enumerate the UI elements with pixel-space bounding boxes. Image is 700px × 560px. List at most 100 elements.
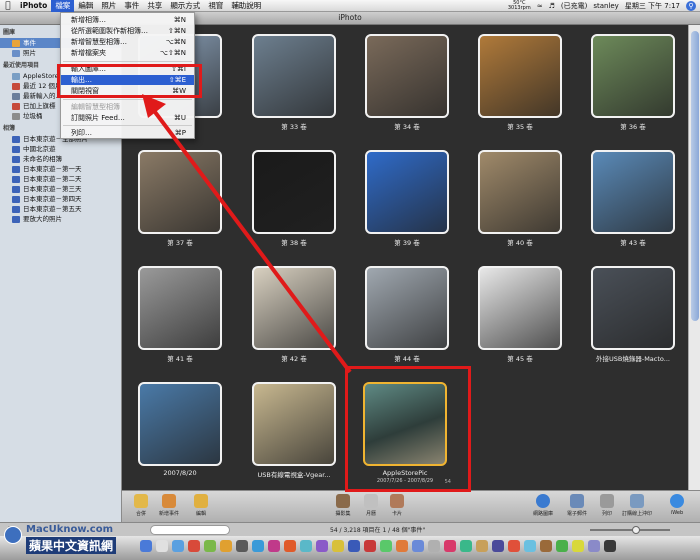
event-thumbnail[interactable] [478, 266, 562, 350]
event-thumbnail[interactable] [478, 150, 562, 234]
dock-app-icon[interactable] [428, 540, 440, 552]
event-thumbnail[interactable] [252, 266, 336, 350]
event-thumbnail[interactable] [365, 150, 449, 234]
event-thumbnail[interactable] [138, 150, 222, 234]
dock-app-icon[interactable] [204, 540, 216, 552]
menu-photos[interactable]: 照片 [97, 0, 120, 12]
event-thumbnail[interactable] [591, 266, 675, 350]
event-item[interactable]: 第 41 卷 [138, 266, 222, 363]
dock-app-icon[interactable] [396, 540, 408, 552]
dock-app-icon[interactable] [268, 540, 280, 552]
card-button[interactable]: 卡片 [380, 494, 414, 517]
dock-app-icon[interactable] [236, 540, 248, 552]
menu-item-print[interactable]: 列印… ⌘P [61, 128, 194, 138]
scrollbar-thumb[interactable] [691, 31, 699, 321]
dock-app-icon[interactable] [572, 540, 584, 552]
event-thumbnail[interactable] [138, 266, 222, 350]
menu-clock[interactable]: 星期三 下午 7:17 [625, 1, 680, 11]
wifi-icon[interactable]: ≈ [537, 2, 543, 10]
menu-item-new-folder[interactable]: 新增檔案夾 ⌥⇧⌘N [61, 48, 194, 58]
apple-menu-icon[interactable]:  [0, 1, 16, 11]
menu-file[interactable]: 檔案 [51, 0, 75, 12]
battery-status[interactable]: (已充電) [561, 1, 587, 11]
dock-app-icon[interactable] [364, 540, 376, 552]
print-button[interactable]: 列印 [590, 494, 624, 517]
event-item[interactable]: 第 44 卷 [365, 266, 449, 363]
sidebar-item-album[interactable]: 日本東京遊－第五天 [0, 204, 121, 214]
event-thumbnail[interactable] [365, 34, 449, 118]
dock-app-icon[interactable] [380, 540, 392, 552]
event-thumbnail[interactable] [252, 34, 336, 118]
dock-app-icon[interactable] [604, 540, 616, 552]
event-item[interactable]: 第 45 卷 [478, 266, 562, 363]
dock-app-icon[interactable] [220, 540, 232, 552]
dock-app-icon[interactable] [332, 540, 344, 552]
event-item[interactable]: 第 38 卷 [252, 150, 336, 247]
menu-item-new-album[interactable]: 新增相簿… ⌘N [61, 15, 194, 25]
event-item[interactable]: 外接USB燒錄器-Macto... [591, 266, 675, 363]
event-item[interactable]: 第 36 卷 [591, 34, 675, 131]
event-thumbnail[interactable] [138, 382, 222, 466]
menu-item-new-smart-album[interactable]: 新增智慧型相簿… ⌥⌘N [61, 37, 194, 47]
spotlight-icon[interactable]: ⚲ [686, 1, 696, 11]
menu-share[interactable]: 共享 [143, 0, 166, 12]
email-button[interactable]: 電子郵件 [560, 494, 594, 517]
sidebar-item-album[interactable]: 日本東京遊－第一天 [0, 164, 121, 174]
event-thumbnail[interactable] [591, 150, 675, 234]
event-thumbnail[interactable] [365, 266, 449, 350]
event-item[interactable]: 2007/8/20 [138, 382, 222, 477]
volume-icon[interactable]: ♬ [549, 2, 555, 10]
dock-app-icon[interactable] [348, 540, 360, 552]
dock-app-icon[interactable] [172, 540, 184, 552]
event-item[interactable]: 第 40 卷 [478, 150, 562, 247]
menu-item-new-album-from-selection[interactable]: 從所選範圍製作新相簿… ⇧⌘N [61, 26, 194, 36]
event-thumbnail[interactable] [252, 150, 336, 234]
event-item[interactable]: 第 34 卷 [365, 34, 449, 131]
dock-app-icon[interactable] [140, 540, 152, 552]
dock-app-icon[interactable] [316, 540, 328, 552]
sidebar-item-album[interactable]: 日本東京遊－第二天 [0, 174, 121, 184]
dock-app-icon[interactable] [460, 540, 472, 552]
dock-app-icon[interactable] [508, 540, 520, 552]
menu-window[interactable]: 視窗 [204, 0, 227, 12]
menu-app[interactable]: iPhoto [16, 0, 51, 12]
dock-app-icon[interactable] [412, 540, 424, 552]
dock-app-icon[interactable] [556, 540, 568, 552]
event-item[interactable]: 第 42 卷 [252, 266, 336, 363]
menu-events[interactable]: 事件 [120, 0, 143, 12]
dock-app-icon[interactable] [284, 540, 296, 552]
user-name[interactable]: stanley [593, 2, 619, 10]
sidebar-item-album[interactable]: 未命名的相簿 [0, 154, 121, 164]
new-event-button[interactable]: 新增事件 [152, 494, 186, 517]
sidebar-item-album[interactable]: 日本東京遊－第三天 [0, 184, 121, 194]
event-thumbnail[interactable] [478, 34, 562, 118]
web-gallery-button[interactable]: 網路圖庫 [526, 494, 560, 517]
vertical-scrollbar[interactable] [688, 25, 700, 490]
sidebar-item-album[interactable]: 日本東京遊－第四天 [0, 194, 121, 204]
zoom-slider-knob[interactable] [632, 526, 640, 534]
dock-app-icon[interactable] [540, 540, 552, 552]
event-item[interactable]: USB有線電視盒-Vgear... [252, 382, 336, 479]
sidebar-item-album[interactable]: 中國北京遊 [0, 144, 121, 154]
dock-app-icon[interactable] [492, 540, 504, 552]
dock-app-icon[interactable] [252, 540, 264, 552]
menu-edit[interactable]: 編輯 [74, 0, 97, 12]
dock-app-icon[interactable] [476, 540, 488, 552]
zoom-slider[interactable] [590, 529, 670, 531]
dock-app-icon[interactable] [444, 540, 456, 552]
event-thumbnail[interactable] [252, 382, 336, 466]
order-prints-button[interactable]: 訂購線上沖印 [620, 494, 654, 517]
event-item[interactable]: 第 43 卷 [591, 150, 675, 247]
event-thumbnail[interactable] [591, 34, 675, 118]
event-item[interactable]: 第 35 卷 [478, 34, 562, 131]
dock-app-icon[interactable] [588, 540, 600, 552]
menu-item-subscribe-feed[interactable]: 訂閱照片 Feed… ⌘U [61, 113, 194, 123]
event-item[interactable]: 第 37 卷 [138, 150, 222, 247]
dock-app-icon[interactable] [188, 540, 200, 552]
menu-help[interactable]: 輔助說明 [227, 0, 265, 12]
event-item[interactable]: 第 33 卷 [252, 34, 336, 131]
menu-view[interactable]: 顯示方式 [166, 0, 204, 12]
event-item[interactable]: 第 39 卷 [365, 150, 449, 247]
dock-app-icon[interactable] [300, 540, 312, 552]
sidebar-item-album[interactable]: 要放大的照片 [0, 214, 121, 224]
